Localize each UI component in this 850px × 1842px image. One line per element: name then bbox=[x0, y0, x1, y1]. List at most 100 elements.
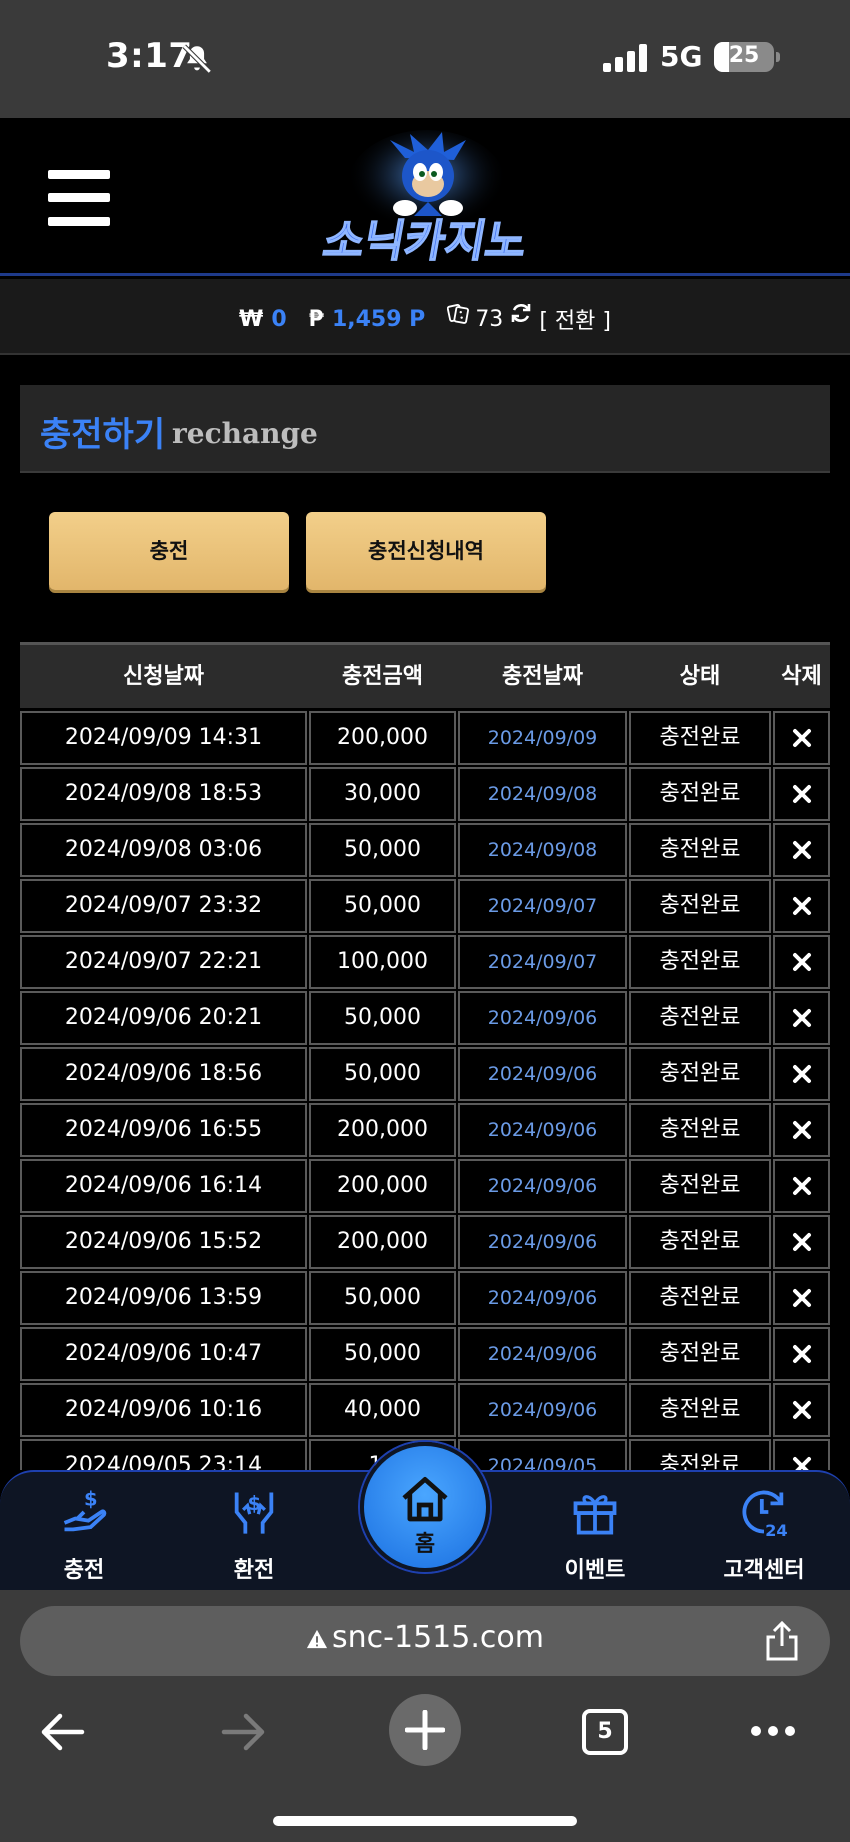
cell-request-date: 2024/09/06 20:21 bbox=[20, 991, 307, 1045]
cell-amount: 40,000 bbox=[309, 1383, 456, 1437]
cell-charge-date: 2024/09/08 bbox=[458, 767, 627, 821]
warning-icon bbox=[306, 1629, 328, 1648]
close-icon bbox=[792, 1009, 811, 1027]
delete-button[interactable] bbox=[773, 1159, 830, 1213]
point-balance: 1,459 P bbox=[331, 306, 426, 332]
nav-deposit-label: 충전 bbox=[63, 1558, 105, 1583]
home-indicator bbox=[273, 1816, 577, 1826]
battery-icon: 25 bbox=[714, 42, 774, 72]
nav-home-button[interactable]: 홈 bbox=[360, 1442, 490, 1572]
nav-exchange-label: 환전 bbox=[233, 1558, 275, 1583]
close-icon bbox=[792, 953, 811, 971]
cell-charge-date: 2024/09/06 bbox=[458, 1327, 627, 1381]
support-24-icon: 24 bbox=[742, 1490, 788, 1538]
delete-button[interactable] bbox=[773, 991, 830, 1045]
cell-amount: 50,000 bbox=[309, 1271, 456, 1325]
nav-exchange[interactable]: $ 환전 bbox=[184, 1472, 324, 1592]
cell-amount: 50,000 bbox=[309, 991, 456, 1045]
cell-charge-date: 2024/09/06 bbox=[458, 1271, 627, 1325]
share-icon[interactable] bbox=[762, 1620, 802, 1662]
cell-charge-date: 2024/09/09 bbox=[458, 711, 627, 765]
delete-button[interactable] bbox=[773, 767, 830, 821]
cell-amount: 200,000 bbox=[309, 711, 456, 765]
close-icon bbox=[792, 1065, 811, 1083]
cell-request-date: 2024/09/08 03:06 bbox=[20, 823, 307, 877]
delete-button[interactable] bbox=[773, 1327, 830, 1381]
cell-amount: 50,000 bbox=[309, 879, 456, 933]
tab-switcher-button[interactable]: 5 bbox=[582, 1709, 628, 1755]
close-icon bbox=[792, 1177, 811, 1195]
plus-icon bbox=[405, 1710, 445, 1750]
bell-muted-icon bbox=[182, 44, 212, 74]
cell-request-date: 2024/09/06 16:14 bbox=[20, 1159, 307, 1213]
header-status: 상태 bbox=[679, 664, 721, 689]
deposit-hand-icon: $ bbox=[63, 1488, 107, 1532]
table-row: 2024/09/09 14:31 200,000 2024/09/09 충전완료 bbox=[20, 711, 830, 767]
more-icon[interactable] bbox=[750, 1716, 796, 1746]
table-row: 2024/09/06 18:56 50,000 2024/09/06 충전완료 bbox=[20, 1047, 830, 1103]
table-header: 신청날짜 충전금액 충전날짜 상태 삭제 bbox=[20, 642, 830, 708]
nav-support[interactable]: 24 고객센터 bbox=[694, 1472, 834, 1592]
cell-amount: 200,000 bbox=[309, 1159, 456, 1213]
balance-bar: ₩0 ₱ 1,459 P 73 [ 전환 ] bbox=[0, 279, 850, 355]
home-icon bbox=[402, 1477, 448, 1522]
url-text: snc-1515.com bbox=[332, 1620, 544, 1655]
won-balance: 0 bbox=[271, 306, 287, 332]
delete-button[interactable] bbox=[773, 1215, 830, 1269]
cell-amount: 100,000 bbox=[309, 935, 456, 989]
table-row: 2024/09/06 15:52 200,000 2024/09/06 충전완료 bbox=[20, 1215, 830, 1271]
battery-tip bbox=[776, 52, 780, 62]
delete-button[interactable] bbox=[773, 879, 830, 933]
nav-home-label: 홈 bbox=[414, 1532, 436, 1557]
table-row: 2024/09/06 16:14 200,000 2024/09/06 충전완료 bbox=[20, 1159, 830, 1215]
cell-charge-date: 2024/09/06 bbox=[458, 1215, 627, 1269]
table-row: 2024/09/07 22:21 100,000 2024/09/07 충전완료 bbox=[20, 935, 830, 991]
delete-button[interactable] bbox=[773, 935, 830, 989]
site-logo[interactable]: 소닉카지노 bbox=[310, 128, 544, 268]
cell-charge-date: 2024/09/06 bbox=[458, 1047, 627, 1101]
delete-button[interactable] bbox=[773, 711, 830, 765]
nav-deposit[interactable]: $ 충전 bbox=[14, 1472, 154, 1592]
status-bar: 3:17 5G 25 bbox=[0, 0, 850, 118]
switch-link[interactable]: [ 전환 ] bbox=[539, 303, 611, 335]
table-body: 2024/09/09 14:31 200,000 2024/09/09 충전완료 202… bbox=[20, 711, 830, 1470]
table-row: 2024/09/06 10:16 40,000 2024/09/06 충전완료 bbox=[20, 1383, 830, 1439]
section-title: 충전하기 rechange bbox=[20, 385, 830, 473]
exchange-hands-icon: $ bbox=[234, 1492, 274, 1534]
charge-button[interactable]: 충전 bbox=[49, 512, 289, 590]
charge-history-button[interactable]: 충전신청내역 bbox=[306, 512, 546, 590]
section-title-en: rechange bbox=[172, 417, 318, 450]
delete-button[interactable] bbox=[773, 1047, 830, 1101]
cell-charge-date: 2024/09/06 bbox=[458, 1103, 627, 1157]
close-icon bbox=[792, 1345, 811, 1363]
delete-button[interactable] bbox=[773, 1271, 830, 1325]
cell-status: 충전완료 bbox=[629, 823, 771, 877]
cell-status: 충전완료 bbox=[629, 1271, 771, 1325]
close-icon bbox=[792, 841, 811, 859]
logo-text: 소닉카지노 bbox=[319, 216, 530, 267]
close-icon bbox=[792, 729, 811, 747]
delete-button[interactable] bbox=[773, 823, 830, 877]
back-arrow-icon[interactable] bbox=[38, 1710, 86, 1754]
signal-icon bbox=[603, 44, 647, 72]
hamburger-menu-icon[interactable] bbox=[48, 170, 110, 226]
close-icon bbox=[792, 785, 811, 803]
nav-event[interactable]: 이벤트 bbox=[525, 1472, 665, 1592]
refresh-icon[interactable] bbox=[509, 301, 533, 325]
site-header: 소닉카지노 bbox=[0, 118, 850, 276]
cell-status: 충전완료 bbox=[629, 1047, 771, 1101]
new-tab-button[interactable] bbox=[389, 1694, 461, 1766]
delete-button[interactable] bbox=[773, 1439, 830, 1470]
cell-request-date: 2024/09/06 13:59 bbox=[20, 1271, 307, 1325]
cell-request-date: 2024/09/06 16:55 bbox=[20, 1103, 307, 1157]
gift-icon bbox=[573, 1495, 617, 1535]
svg-text:$: $ bbox=[84, 1488, 98, 1511]
close-icon bbox=[792, 1289, 811, 1307]
forward-arrow-icon[interactable] bbox=[220, 1710, 268, 1754]
table-row: 2024/09/08 18:53 30,000 2024/09/08 충전완료 bbox=[20, 767, 830, 823]
cell-charge-date: 2024/09/07 bbox=[458, 935, 627, 989]
delete-button[interactable] bbox=[773, 1103, 830, 1157]
table-row: 2024/09/06 20:21 50,000 2024/09/06 충전완료 bbox=[20, 991, 830, 1047]
address-bar[interactable]: snc-1515.com bbox=[20, 1606, 830, 1676]
delete-button[interactable] bbox=[773, 1383, 830, 1437]
